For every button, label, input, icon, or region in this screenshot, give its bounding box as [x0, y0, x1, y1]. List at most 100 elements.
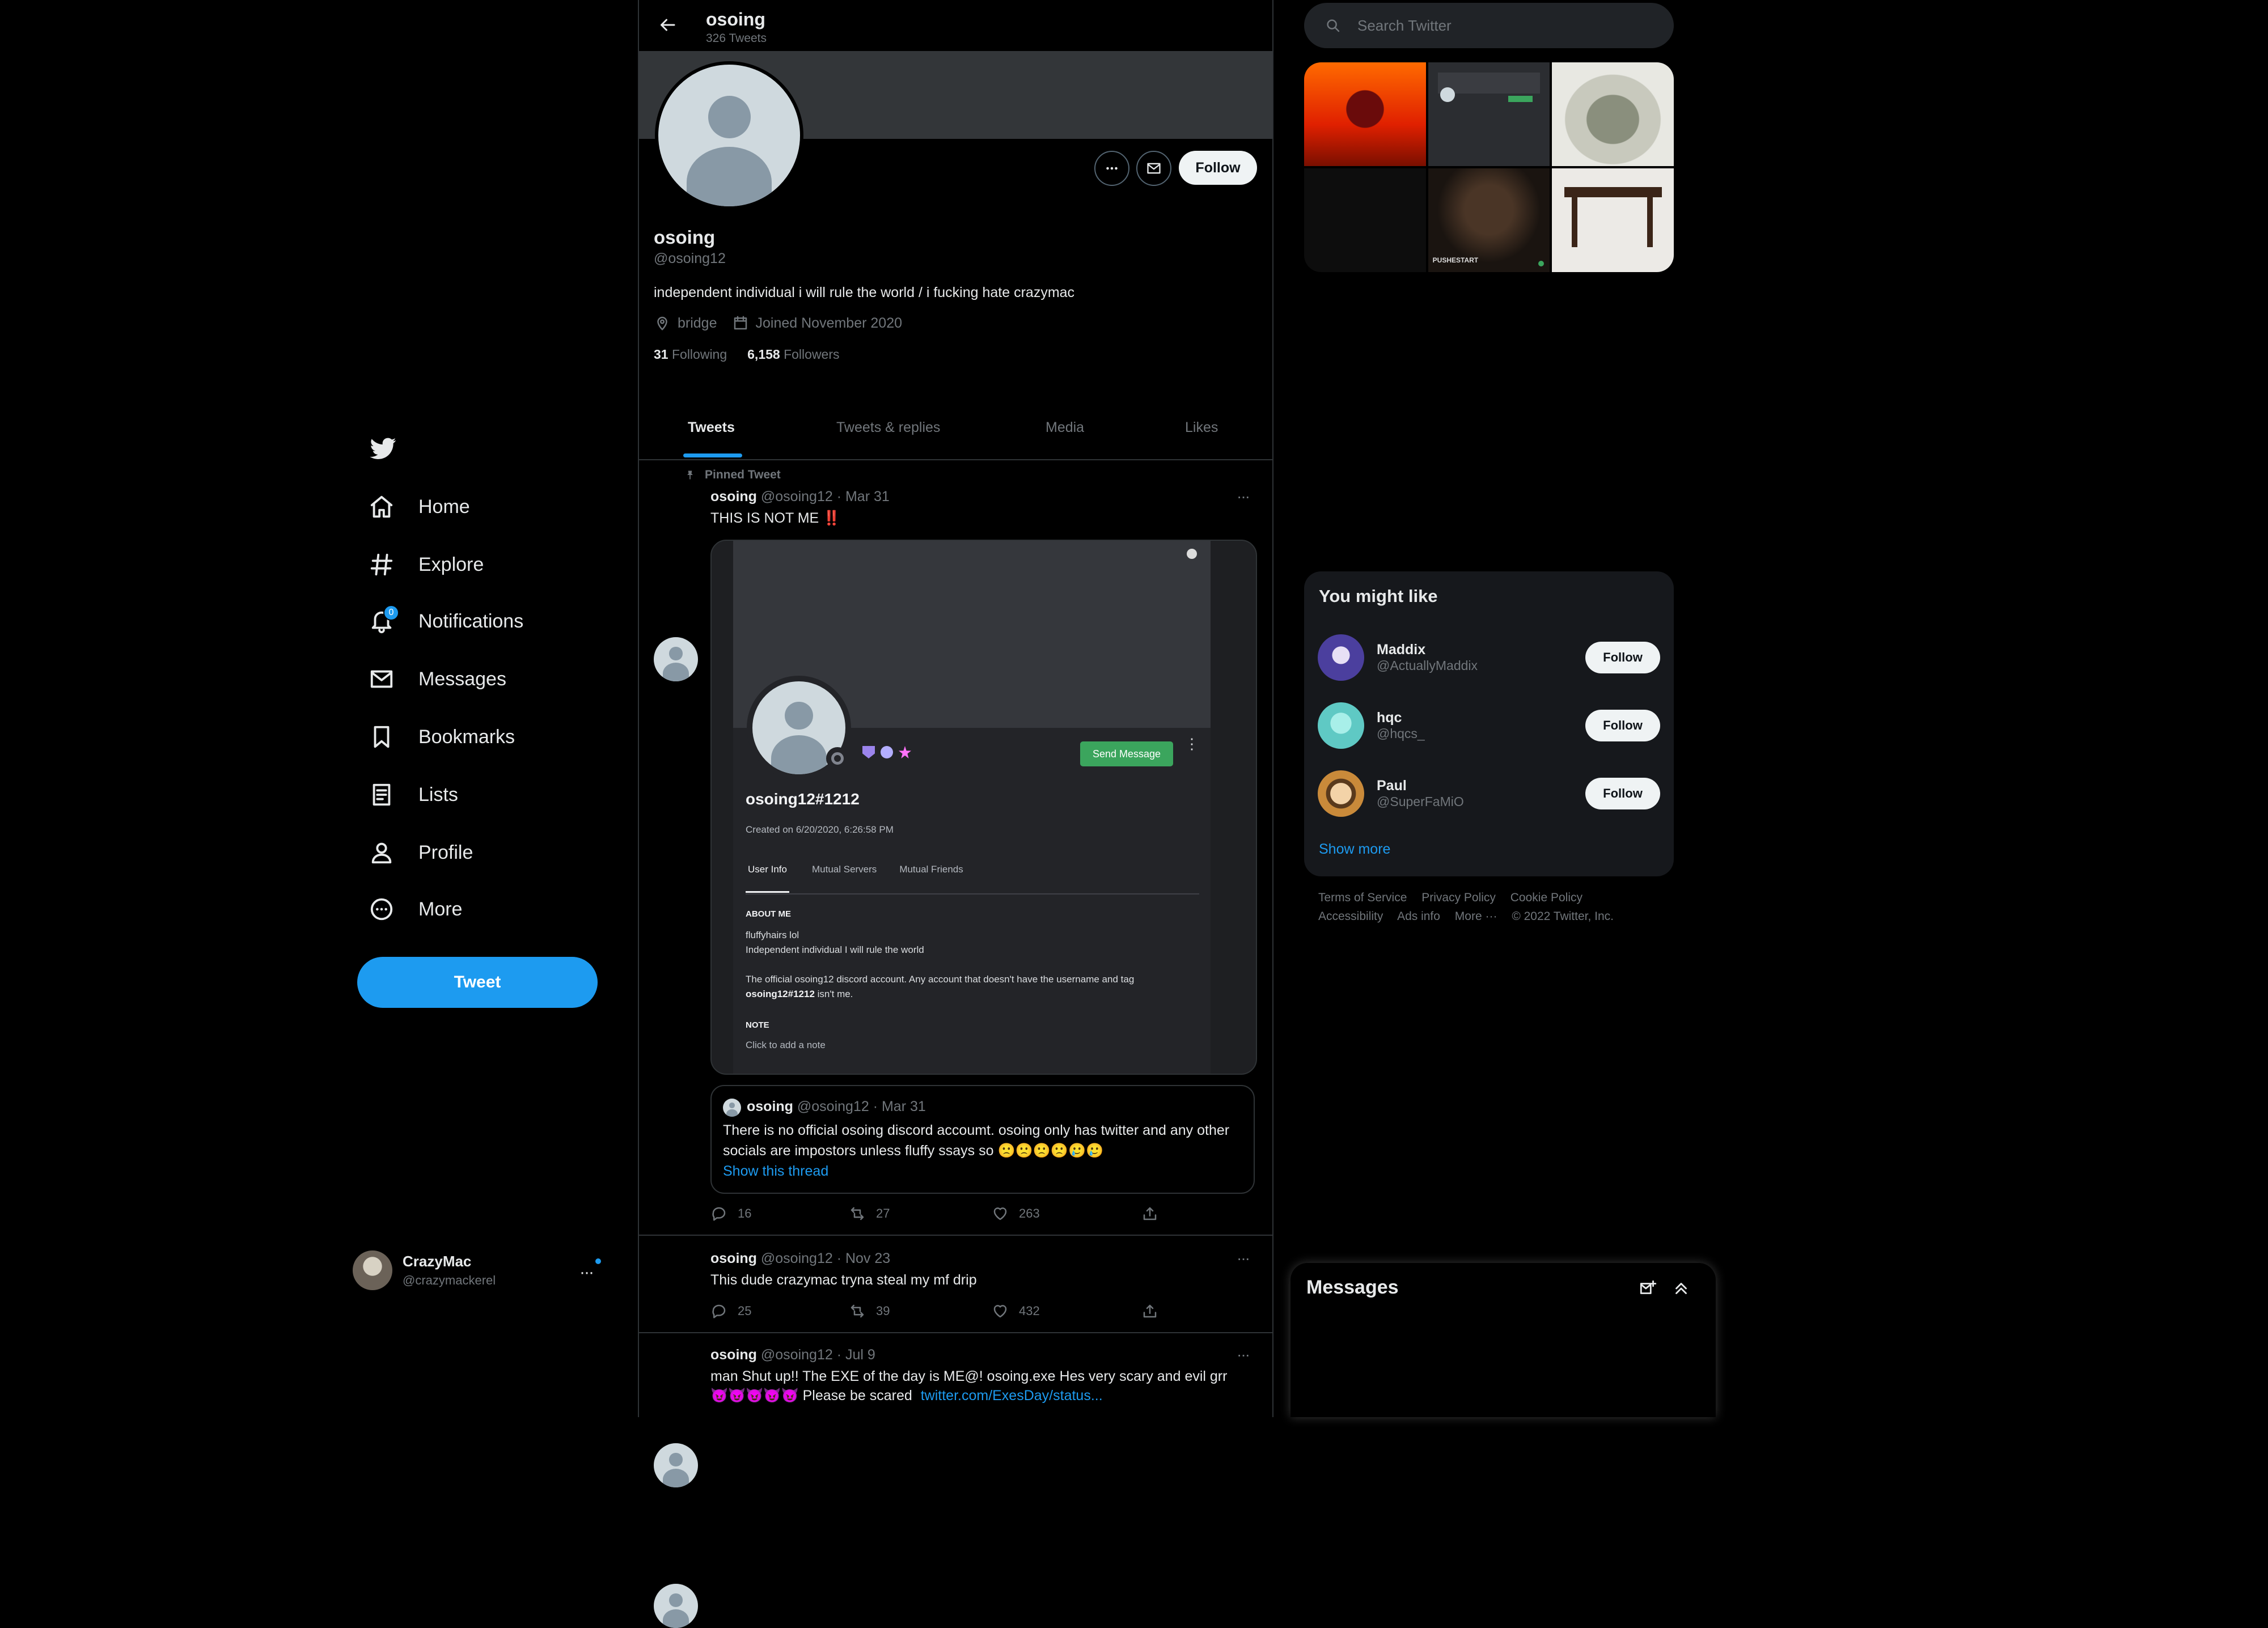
- retweet-count: 27: [876, 1206, 890, 1220]
- new-message-icon[interactable]: [1639, 1279, 1658, 1298]
- tweet-more-icon[interactable]: ···: [1237, 1346, 1250, 1364]
- tweet-avatar[interactable]: [654, 1443, 698, 1487]
- tabs-divider: [639, 459, 1272, 460]
- profile-media-grid: PUSHESTART: [1304, 62, 1674, 272]
- footer-link[interactable]: Ads info: [1397, 910, 1440, 923]
- media-tile-money-roll[interactable]: [1552, 62, 1674, 166]
- show-thread-link[interactable]: Show this thread: [723, 1163, 828, 1180]
- reply-action[interactable]: 16: [710, 1205, 751, 1222]
- footer-link[interactable]: Cookie Policy: [1510, 891, 1582, 904]
- tweet-author-name[interactable]: osoing: [710, 489, 757, 504]
- retweet-action[interactable]: 27: [849, 1205, 890, 1222]
- media-tile-wooden-table[interactable]: [1552, 168, 1674, 272]
- nav-label: Notifications: [418, 610, 524, 632]
- nav-label: Lists: [418, 783, 458, 805]
- like-action[interactable]: 263: [992, 1205, 1040, 1222]
- discord-about-line-1: fluffyhairs lol: [746, 930, 799, 940]
- who-to-follow-user[interactable]: Maddix @ActuallyMaddix Follow: [1318, 629, 1660, 686]
- chevron-up-icon[interactable]: [1672, 1279, 1691, 1298]
- follow-button[interactable]: Follow: [1179, 151, 1257, 185]
- messages-drawer[interactable]: Messages: [1290, 1263, 1716, 1417]
- footer-link[interactable]: Terms of Service: [1318, 891, 1407, 904]
- discord-about-official: The official osoing12 discord account. A…: [746, 974, 1135, 985]
- who-to-follow-user[interactable]: Paul @SuperFaMiO Follow: [1318, 765, 1660, 822]
- tweet-avatar[interactable]: [654, 1584, 698, 1628]
- messages-drawer-title: Messages: [1306, 1277, 1399, 1298]
- hypesquad-badge-icon: [862, 746, 875, 758]
- tweet-link[interactable]: twitter.com/ExesDay/status...: [921, 1388, 1103, 1404]
- who-to-follow-panel: You might like Maddix @ActuallyMaddix Fo…: [1304, 571, 1674, 876]
- profile-handle: @osoing12: [654, 251, 726, 266]
- reply-action[interactable]: 25: [710, 1303, 751, 1320]
- user-handle: @ActuallyMaddix: [1377, 658, 1478, 673]
- tweet-button[interactable]: Tweet: [357, 957, 598, 1008]
- share-action[interactable]: [1141, 1205, 1158, 1222]
- followers-count: 6,158: [747, 347, 780, 362]
- tweet-text-line-1: man Shut up!! The EXE of the day is ME@!…: [710, 1368, 1228, 1384]
- show-more-link[interactable]: Show more: [1319, 841, 1390, 858]
- nav-more[interactable]: More: [369, 887, 462, 932]
- media-tile-discord-screenshot[interactable]: [1428, 62, 1550, 166]
- nav-messages[interactable]: Messages: [369, 656, 506, 702]
- profile-location: bridge: [678, 315, 717, 331]
- back-arrow-icon[interactable]: [657, 15, 678, 35]
- nav-home[interactable]: Home: [369, 484, 470, 529]
- user-name: Maddix: [1377, 642, 1426, 658]
- media-tile-dark-image[interactable]: [1304, 168, 1426, 272]
- media-tile-album-cover[interactable]: PUSHESTART: [1428, 168, 1550, 272]
- tweet-date[interactable]: · Nov 23: [837, 1250, 890, 1266]
- footer-link[interactable]: Accessibility: [1318, 910, 1383, 923]
- tweet-media-image[interactable]: Send Message ⋮ osoing12#1212 Created on …: [710, 540, 1257, 1075]
- message-button[interactable]: [1136, 151, 1171, 186]
- quoted-tweet[interactable]: osoing @osoing12 · Mar 31 There is no of…: [710, 1085, 1255, 1194]
- followers-link[interactable]: 6,158 Followers: [747, 347, 839, 362]
- twitter-logo-icon[interactable]: [369, 435, 398, 461]
- nav-notifications[interactable]: 0 Notifications: [369, 599, 523, 644]
- account-switcher[interactable]: CrazyMac @crazymackerel ···: [353, 1247, 602, 1292]
- tab-tweets[interactable]: Tweets: [688, 419, 735, 436]
- profile-avatar[interactable]: [655, 61, 803, 210]
- quoted-tweet-avatar: [723, 1099, 741, 1117]
- tweet-more-icon[interactable]: ···: [1237, 1249, 1250, 1267]
- tab-tweets-replies[interactable]: Tweets & replies: [836, 419, 940, 436]
- follow-user-button[interactable]: Follow: [1585, 778, 1660, 809]
- following-link[interactable]: 31 Following: [654, 347, 727, 362]
- tweet-author-name[interactable]: osoing: [710, 1250, 757, 1266]
- search-placeholder: Search Twitter: [1357, 16, 1452, 34]
- footer-link[interactable]: Privacy Policy: [1421, 891, 1496, 904]
- discord-kebab-icon: ⋮: [1184, 735, 1199, 752]
- search-box[interactable]: Search Twitter: [1304, 3, 1674, 48]
- discord-badges: [862, 746, 911, 758]
- more-options-button[interactable]: [1094, 151, 1129, 186]
- nitro-badge-icon: [881, 746, 893, 758]
- nav-explore[interactable]: Explore: [369, 542, 484, 587]
- pinned-label: Pinned Tweet: [705, 468, 781, 481]
- followers-label: Followers: [784, 347, 840, 362]
- tweet-date[interactable]: · Mar 31: [837, 489, 890, 504]
- search-icon: [1327, 19, 1340, 32]
- share-action[interactable]: [1141, 1303, 1158, 1320]
- tweet-more-icon[interactable]: ···: [1237, 487, 1250, 506]
- follow-user-button[interactable]: Follow: [1585, 642, 1660, 673]
- reply-icon: [712, 1207, 726, 1221]
- follow-user-button[interactable]: Follow: [1585, 710, 1660, 741]
- who-to-follow-user[interactable]: hqc @hqcs_ Follow: [1318, 697, 1660, 754]
- nav-label: More: [418, 898, 463, 920]
- tab-media[interactable]: Media: [1046, 419, 1084, 436]
- media-tile-devil-fire[interactable]: [1304, 62, 1426, 166]
- retweet-action[interactable]: 39: [849, 1303, 890, 1320]
- quoted-tweet-header: osoing @osoing12 · Mar 31: [747, 1099, 926, 1115]
- tab-likes[interactable]: Likes: [1185, 419, 1218, 436]
- more-circle-icon: [370, 898, 393, 921]
- nav-bookmarks[interactable]: Bookmarks: [369, 714, 515, 760]
- like-action[interactable]: 432: [992, 1303, 1040, 1320]
- tweet-date[interactable]: · Jul 9: [837, 1347, 875, 1363]
- footer-link[interactable]: More ···: [1455, 910, 1497, 923]
- tweet-avatar[interactable]: [654, 637, 698, 681]
- pin-icon: [687, 470, 693, 480]
- retweet-icon: [850, 1207, 864, 1220]
- nav-profile[interactable]: Profile: [369, 830, 473, 875]
- retweet-icon: [850, 1304, 864, 1318]
- nav-lists[interactable]: Lists: [369, 772, 458, 817]
- tweet-author-name[interactable]: osoing: [710, 1347, 757, 1363]
